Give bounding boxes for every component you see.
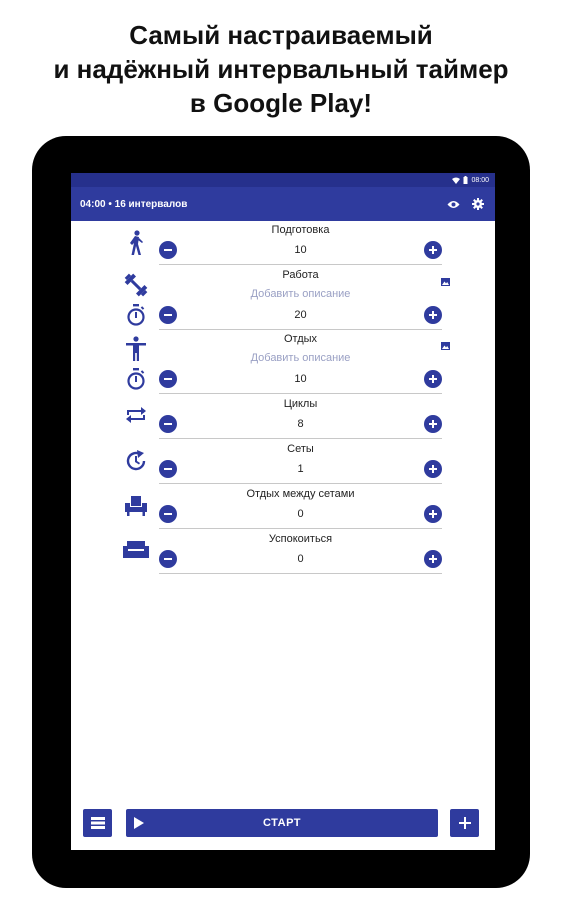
increment-button[interactable] [424,241,442,259]
interval-value[interactable]: 10 [159,244,442,256]
start-button-label: СТАРТ [262,817,302,829]
interval-label: Успокоиться [268,533,333,545]
image-attach-icon[interactable] [441,273,450,286]
interval-label: Отдых между сетами [246,488,355,500]
restart-clock-icon [121,449,151,473]
headline-line-3: в Google Play! [189,88,373,118]
status-time: 08:00 [471,176,489,184]
add-interval-button[interactable] [450,809,479,837]
interval-value[interactable]: 0 [159,508,442,520]
walking-person-icon [121,230,151,256]
workout-summary-title: 04:00 • 16 интервалов [80,198,188,210]
settings-gear-icon[interactable] [470,196,486,212]
row-divider [159,438,442,439]
plus-icon [458,817,471,829]
increment-button[interactable] [424,370,442,388]
start-button[interactable]: СТАРТ [126,809,438,837]
increment-button[interactable] [424,550,442,568]
bottom-action-bar: СТАРТ [71,809,495,837]
interval-label: Подготовка [271,224,330,236]
row-divider [159,528,442,529]
interval-value[interactable]: 20 [159,309,442,321]
increment-button[interactable] [424,306,442,324]
interval-label: Работа [282,269,319,281]
headline-line-2: и надёжный интервальный таймер [53,54,509,84]
promo-headline: Самый настраиваемый и надёжный интерваль… [0,18,562,120]
row-divider [159,573,442,574]
list-menu-icon [90,817,105,829]
interval-value[interactable]: 1 [159,463,442,475]
interval-value[interactable]: 8 [159,418,442,430]
sofa-icon [121,540,151,560]
list-menu-button[interactable] [83,809,112,837]
row-divider [159,393,442,394]
stopwatch-icon [121,368,151,390]
row-divider [159,483,442,484]
headline-line-1: Самый настраиваемый [129,20,433,50]
increment-button[interactable] [424,505,442,523]
row-divider [159,329,442,330]
interval-value[interactable]: 0 [159,553,442,565]
status-bar: 08:00 [71,173,495,187]
app-screen: 08:00 04:00 • 16 интервалов Подготовка 1… [71,173,495,850]
standing-person-icon [121,336,151,362]
increment-button[interactable] [424,415,442,433]
play-icon [134,817,144,829]
interval-label: Отдых [283,333,318,345]
interval-label: Циклы [283,398,318,410]
repeat-arrows-icon [121,403,151,427]
interval-label: Сеты [287,443,314,455]
interval-value[interactable]: 10 [159,373,442,385]
dumbbell-icon [121,272,151,298]
app-bar: 04:00 • 16 интервалов [71,187,495,221]
eye-icon[interactable] [445,196,461,212]
add-description-field[interactable]: Добавить описание [159,352,442,364]
armchair-icon [121,494,151,518]
wifi-icon [452,177,461,184]
add-description-field[interactable]: Добавить описание [159,288,442,300]
stopwatch-icon [121,304,151,326]
battery-icon [463,176,468,184]
increment-button[interactable] [424,460,442,478]
image-attach-icon[interactable] [441,337,450,350]
row-divider [159,264,442,265]
